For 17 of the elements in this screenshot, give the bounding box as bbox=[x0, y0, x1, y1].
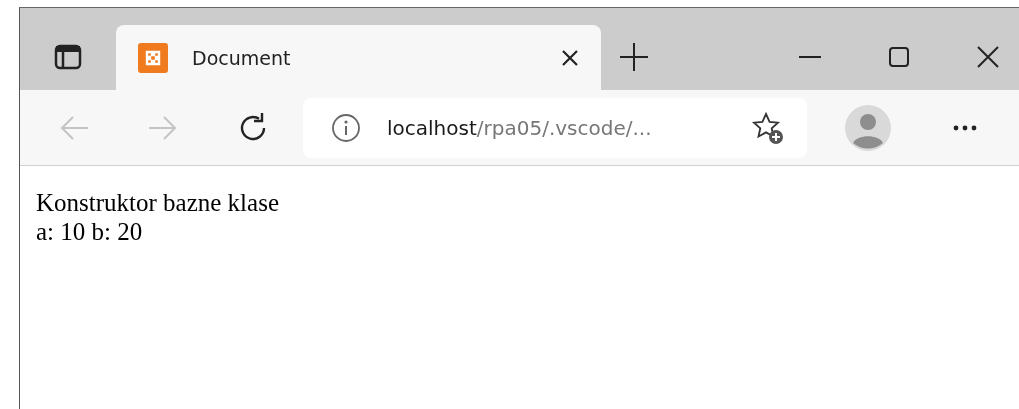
close-tab-icon[interactable] bbox=[561, 48, 579, 67]
add-favorite-icon[interactable] bbox=[751, 110, 785, 145]
page-text: a: 10 b: 20 bbox=[36, 217, 144, 246]
maximize-icon[interactable] bbox=[889, 47, 909, 67]
new-tab-icon[interactable] bbox=[619, 42, 649, 72]
close-icon[interactable] bbox=[977, 46, 999, 68]
url-host: localhost bbox=[387, 115, 477, 140]
page-text: Konstruktor bazne klase bbox=[36, 188, 280, 217]
more-icon[interactable] bbox=[953, 124, 977, 131]
tab-title: Document bbox=[192, 46, 292, 69]
info-icon bbox=[331, 112, 361, 143]
url-path: /rpa05/.vscode/... bbox=[476, 115, 653, 140]
address-field[interactable]: localhost/rpa05/.vscode/... bbox=[303, 97, 807, 158]
profile-avatar-icon[interactable] bbox=[845, 104, 891, 151]
favicon-icon bbox=[138, 42, 168, 73]
browser-tab[interactable]: Document bbox=[116, 25, 601, 90]
minimize-icon[interactable] bbox=[799, 55, 821, 59]
